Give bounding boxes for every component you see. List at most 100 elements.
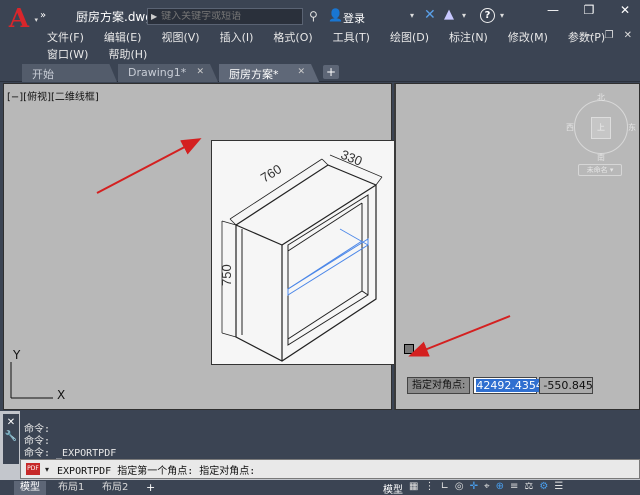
- dimension-line: [321, 158, 329, 166]
- menu-dimension[interactable]: 标注(N): [449, 29, 488, 45]
- menu-window[interactable]: 窗口(W): [47, 46, 88, 62]
- tab-label: 厨房方案*: [229, 68, 279, 81]
- menu-file[interactable]: 文件(F): [47, 29, 84, 45]
- shelf-edge: [287, 240, 363, 290]
- ucs-y-label: Y: [13, 348, 21, 362]
- chevron-down-icon[interactable]: ▾: [45, 465, 49, 474]
- menu-format[interactable]: 格式(O): [273, 29, 312, 45]
- layout-tab-layout2[interactable]: 布局2: [96, 481, 134, 495]
- dimension-height-label: 750: [219, 264, 234, 286]
- search-input[interactable]: [161, 11, 302, 22]
- layout-tab-layout1[interactable]: 布局1: [52, 481, 90, 495]
- close-icon[interactable]: ✕: [614, 3, 636, 17]
- login-link[interactable]: 登录: [343, 10, 365, 26]
- command-current-text: EXPORTPDF 指定第一个角点: 指定对角点:: [57, 465, 256, 477]
- application-menu-button[interactable]: A ▾: [2, 4, 38, 34]
- close-icon[interactable]: ✕: [196, 67, 204, 77]
- minimize-icon[interactable]: —: [542, 3, 564, 17]
- corner-y-input[interactable]: -550.845: [539, 377, 594, 394]
- quick-access-expand-icon[interactable]: »: [40, 10, 46, 21]
- wcs-menu-button[interactable]: 未命名 ▾: [578, 164, 622, 176]
- command-history-line: 命令: _EXPORTPDF: [24, 448, 117, 459]
- menu-draw[interactable]: 绘图(D): [390, 29, 429, 45]
- model-space-button[interactable]: 模型: [383, 481, 403, 495]
- viewport-right[interactable]: 北 西 东 南 上 未命名 ▾ 指定对角点: 42492.4354 -550.8…: [394, 83, 640, 410]
- tab-kitchen-plan[interactable]: 厨房方案* ✕: [219, 64, 319, 82]
- binoculars-icon[interactable]: ⚲: [309, 9, 318, 23]
- shelf-selected[interactable]: [287, 238, 369, 296]
- ortho-icon[interactable]: ∟: [440, 481, 448, 495]
- dimension-line: [375, 176, 383, 186]
- document-window-controls: — ❐ ✕: [585, 30, 632, 41]
- ucs-icon: Y X: [7, 348, 67, 405]
- wrench-icon[interactable]: 🔧: [3, 431, 19, 442]
- restore-icon[interactable]: ❐: [578, 3, 600, 17]
- pdf-icon: PDF: [26, 463, 40, 475]
- new-tab-button[interactable]: +: [323, 65, 339, 79]
- chevron-down-icon: ▾: [34, 16, 38, 24]
- grid-icon[interactable]: ▦: [409, 481, 418, 495]
- search-box[interactable]: ▶: [147, 8, 303, 25]
- tab-drawing1[interactable]: Drawing1* ✕: [118, 64, 218, 82]
- add-layout-icon[interactable]: +: [146, 481, 155, 494]
- dynamic-input-icon[interactable]: ⊕: [496, 481, 504, 495]
- tab-label: 开始: [32, 68, 54, 81]
- menu-modify[interactable]: 修改(M): [508, 29, 548, 45]
- chevron-down-icon[interactable]: ▾: [500, 11, 504, 20]
- viewcube[interactable]: 北 西 东 南 上: [566, 90, 636, 170]
- compass-west[interactable]: 西: [566, 122, 574, 133]
- a360-icon[interactable]: ▲: [444, 7, 454, 22]
- dynamic-input-prompt: 指定对角点: 42492.4354 -550.845: [407, 377, 594, 394]
- chevron-down-icon[interactable]: ▾: [410, 11, 414, 20]
- snap-icon[interactable]: ⋮: [424, 481, 434, 495]
- cabinet-outline: [235, 164, 377, 362]
- chevron-down-icon[interactable]: ▾: [462, 11, 466, 20]
- doc-close-icon[interactable]: ✕: [624, 30, 632, 41]
- cabinet-drawing: 760 330 750: [219, 147, 383, 362]
- compass-east[interactable]: 东: [628, 122, 636, 133]
- viewcube-top-face[interactable]: 上: [591, 117, 611, 139]
- cabinet-drawing-sheet: 760 330 750: [211, 140, 396, 365]
- close-icon[interactable]: ✕: [3, 417, 19, 428]
- command-side-bar: ✕ 🔧: [3, 414, 19, 464]
- window-controls: — ❐ ✕: [542, 3, 636, 17]
- customize-icon[interactable]: ☰: [554, 481, 563, 495]
- polar-icon[interactable]: ◎: [455, 481, 464, 495]
- compass-north[interactable]: 北: [597, 92, 605, 103]
- command-window: ✕ 🔧 命令: 命令: 命令: _EXPORTPDF PDF ▾ EXPORTP…: [0, 411, 640, 480]
- compass-south[interactable]: 南: [597, 152, 605, 163]
- osnap-icon[interactable]: ✛: [470, 481, 478, 495]
- otrack-icon[interactable]: ⌖: [484, 481, 490, 495]
- menu-insert[interactable]: 插入(I): [220, 29, 254, 45]
- lineweight-icon[interactable]: ≡: [510, 481, 518, 495]
- user-icon[interactable]: 👤: [328, 8, 343, 22]
- menu-bar: 文件(F) 编辑(E) 视图(V) 插入(I) 格式(O) 工具(T) 绘图(D…: [40, 28, 640, 62]
- menu-view[interactable]: 视图(V): [161, 29, 199, 45]
- menu-row-2: 窗口(W) 帮助(H): [40, 45, 640, 62]
- command-history-line: 命令:: [24, 424, 51, 435]
- menu-tools[interactable]: 工具(T): [333, 29, 370, 45]
- tab-start[interactable]: 开始: [22, 64, 117, 82]
- viewport-controls-label[interactable]: [−][俯视][二维线框]: [7, 88, 99, 103]
- doc-minimize-icon[interactable]: —: [585, 30, 595, 41]
- help-icon[interactable]: ?: [480, 8, 495, 23]
- command-line[interactable]: PDF ▾ EXPORTPDF 指定第一个角点: 指定对角点:: [20, 459, 640, 479]
- corner-x-input[interactable]: 42492.4354: [473, 377, 543, 394]
- menu-help[interactable]: 帮助(H): [108, 46, 147, 62]
- search-expand-icon[interactable]: ▶: [151, 12, 157, 21]
- layout-tab-model[interactable]: 模型: [14, 481, 46, 495]
- doc-restore-icon[interactable]: ❐: [605, 30, 614, 41]
- snap-marker-icon: [404, 344, 414, 354]
- close-icon[interactable]: ✕: [297, 67, 305, 77]
- exchange-x-icon[interactable]: ✕: [424, 7, 436, 23]
- menu-row-1: 文件(F) 编辑(E) 视图(V) 插入(I) 格式(O) 工具(T) 绘图(D…: [40, 28, 640, 45]
- tab-label: Drawing1*: [128, 66, 187, 79]
- menu-edit[interactable]: 编辑(E): [104, 29, 142, 45]
- workspace-icon[interactable]: ⚙: [539, 481, 548, 495]
- dimension-width-label: 760: [258, 161, 284, 185]
- viewport-left[interactable]: [−][俯视][二维线框] 760 330 750 Y X: [3, 83, 396, 410]
- dimension-line: [221, 332, 237, 338]
- status-toggles: 模型 ▦ ⋮ ∟ ◎ ✛ ⌖ ⊕ ≡ ⚖ ⚙ ☰: [383, 481, 563, 495]
- title-bar: A ▾ » 厨房方案.dwg ▶ ⚲ 👤 登录 ▾ ✕ ▲ ▾ ? ▾ — ❐ …: [0, 0, 640, 32]
- annotation-scale-icon[interactable]: ⚖: [524, 481, 533, 495]
